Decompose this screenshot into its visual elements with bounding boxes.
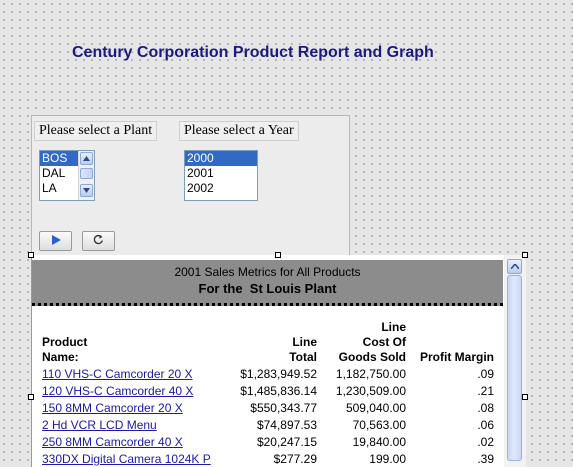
report-frame: 2001 Sales Metrics for All Products For … [31, 255, 526, 467]
scroll-thumb[interactable] [507, 275, 522, 461]
scroll-up-icon[interactable] [507, 259, 522, 274]
line-total-cell: $20,247.15 [256, 435, 317, 449]
col-header-product-2: Name: [42, 350, 79, 364]
line-cost-cell: 70,563.00 [352, 418, 406, 432]
year-option[interactable]: 2000 [185, 151, 257, 166]
line-total-cell: $1,485,836.14 [240, 384, 317, 398]
profit-margin-cell: .02 [477, 435, 494, 449]
profit-margin-cell: .39 [477, 452, 494, 466]
line-total-cell: $74,897.53 [256, 418, 317, 432]
product-name-link[interactable]: 330DX Digital Camera 1024K P [42, 452, 211, 467]
selector-panel: Please select a Plant Please select a Ye… [31, 115, 350, 260]
run-report-button[interactable] [39, 231, 72, 251]
selection-handle[interactable] [522, 394, 528, 400]
col-header-total-1: Line [292, 335, 317, 349]
col-header-total-2: Total [289, 350, 317, 364]
line-cost-cell: 509,040.00 [345, 401, 406, 415]
line-cost-cell: 199.00 [369, 452, 406, 466]
year-option[interactable]: 2002 [185, 181, 257, 196]
product-name-link[interactable]: 110 VHS-C Camcorder 20 X [42, 367, 193, 382]
col-header-product-1: Product [42, 335, 88, 349]
report-scrollbar[interactable] [504, 255, 526, 467]
line-total-cell: $550,343.77 [250, 401, 317, 415]
line-total-cell: $277.29 [273, 452, 317, 466]
selection-handle[interactable] [522, 252, 528, 258]
report-header: 2001 Sales Metrics for All Products For … [32, 260, 503, 306]
year-option[interactable]: 2001 [185, 166, 257, 181]
year-select-label: Please select a Year [179, 121, 299, 141]
line-cost-cell: 1,182,750.00 [335, 367, 406, 381]
profit-margin-cell: .09 [477, 367, 494, 381]
selection-handle[interactable] [275, 252, 281, 258]
selection-handle[interactable] [28, 252, 34, 258]
product-name-link[interactable]: 120 VHS-C Camcorder 40 X [42, 384, 193, 399]
plant-heading: For the St Louis Plant [198, 281, 337, 296]
scroll-down-icon[interactable] [80, 184, 93, 197]
product-name-link[interactable]: 150 8MM Camcorder 20 X [42, 401, 183, 416]
scroll-up-icon[interactable] [80, 152, 93, 165]
refresh-icon [93, 232, 104, 250]
col-header-cost-2: Cost Of [362, 335, 406, 349]
profit-margin-cell: .21 [477, 384, 494, 398]
col-header-cost-3: Goods Sold [338, 350, 406, 364]
product-name-link[interactable]: 2 Hd VCR LCD Menu [42, 418, 157, 433]
col-header-margin: Profit Margin [420, 350, 494, 364]
selection-handle[interactable] [28, 394, 34, 400]
profit-margin-cell: .06 [477, 418, 494, 432]
report-title: Century Corporation Product Report and G… [72, 44, 434, 61]
product-name-link[interactable]: 250 8MM Camcorder 40 X [42, 435, 183, 450]
report-subtitle: 2001 Sales Metrics for All Products [174, 265, 361, 279]
plant-listbox[interactable]: BOS DAL LA [39, 150, 95, 201]
plant-select-label: Please select a Plant [34, 121, 158, 141]
scroll-thumb[interactable] [80, 168, 93, 179]
line-total-cell: $1,283,949.52 [240, 367, 317, 381]
plant-listbox-scrollbar[interactable] [78, 151, 94, 200]
line-cost-cell: 19,840.00 [352, 435, 406, 449]
col-header-cost-1: Line [381, 320, 406, 334]
line-cost-cell: 1,230,509.00 [335, 384, 406, 398]
year-listbox[interactable]: 2000 2001 2002 [184, 150, 258, 201]
profit-margin-cell: .08 [477, 401, 494, 415]
reset-button[interactable] [82, 231, 115, 251]
play-icon [51, 232, 61, 250]
